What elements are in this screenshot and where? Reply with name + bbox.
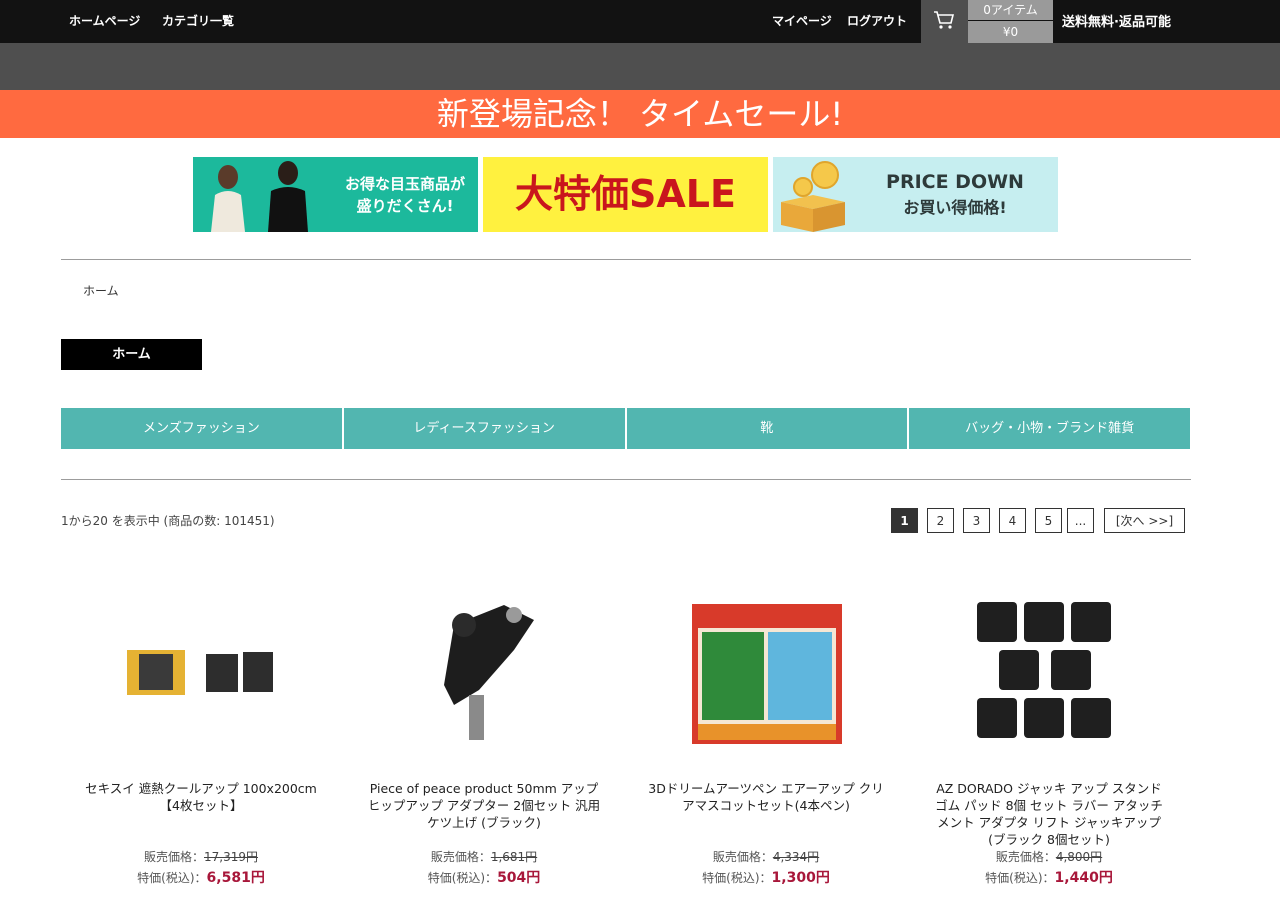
sale-price-label: 特価(税込)： — [985, 871, 1055, 885]
cart-total[interactable]: ¥0 — [968, 21, 1053, 43]
promo-banner-featured[interactable]: お得な目玉商品が 盛りだくさん! — [193, 157, 478, 232]
product-image[interactable] — [364, 590, 604, 760]
category-tab-mens[interactable]: メンズファッション — [61, 408, 344, 449]
list-price: 17,319円 — [204, 850, 258, 864]
list-price: 4,334円 — [772, 850, 820, 864]
price-down-line1: PRICE DOWN — [886, 171, 1024, 193]
breadcrumb[interactable]: ホーム — [83, 282, 119, 299]
page-5-button[interactable]: 5 — [1035, 508, 1062, 533]
time-sale-banner: 新登場記念！ タイムセール! — [0, 90, 1280, 138]
list-price-label: 販売価格： — [712, 850, 773, 864]
category-tab-shoes[interactable]: 靴 — [626, 408, 910, 449]
3d-pen-box-image — [692, 604, 842, 744]
product-image[interactable] — [646, 590, 886, 760]
product-card[interactable]: Piece of peace product 50mm アップ ヒップアップ ア… — [364, 590, 604, 887]
sale-price: 6,581円 — [206, 870, 265, 886]
sale-price: 1,300円 — [771, 870, 830, 886]
divider-top — [61, 259, 1191, 260]
sale-price-label: 特価(税込)： — [427, 871, 498, 885]
shipping-notice: 送料無料·返品可能 — [1062, 15, 1171, 30]
list-price: 1,681円 — [490, 850, 538, 864]
product-name[interactable]: Piece of peace product 50mm アップ ヒップアップ ア… — [364, 780, 604, 848]
sale-price-label: 特価(税込)： — [137, 871, 207, 885]
page-1-button[interactable]: 1 — [891, 508, 918, 533]
page-3-button[interactable]: 3 — [963, 508, 990, 533]
product-image[interactable] — [81, 590, 321, 760]
list-price-label: 販売価格： — [430, 850, 491, 864]
product-card[interactable]: 3Dドリームアーツペン エアーアップ クリアマスコットセット(4本ペン) 販売価… — [646, 590, 886, 887]
promo-banner-sale[interactable]: 大特価SALE — [483, 157, 768, 232]
product-card[interactable]: AZ DORADO ジャッキ アップ スタンド ゴム パッド 8個 セット ラバ… — [929, 590, 1169, 887]
promo-banner-price-down[interactable]: PRICE DOWN お買い得価格! — [773, 157, 1058, 232]
cart-item-count[interactable]: 0アイテム — [968, 0, 1053, 20]
logout-link[interactable]: ログアウト — [847, 12, 907, 29]
featured-banner-line1: お得な目玉商品が — [344, 175, 465, 193]
product-name[interactable]: セキスイ 遮熱クールアップ 100x200cm【4枚セット】 — [81, 780, 321, 848]
nav-home-link[interactable]: ホームページ — [69, 12, 140, 29]
category-tab-ladies[interactable]: レディースファッション — [343, 408, 627, 449]
page-2-button[interactable]: 2 — [927, 508, 954, 533]
list-price-label: 販売価格： — [143, 850, 204, 864]
product-name[interactable]: AZ DORADO ジャッキ アップ スタンド ゴム パッド 8個 セット ラバ… — [929, 780, 1169, 848]
sale-price-label: 特価(税込)： — [702, 871, 772, 885]
list-price: 4,800円 — [1055, 850, 1103, 864]
category-tabs: メンズファッション レディースファッション 靴 バッグ・小物・ブランド雑貨 — [61, 408, 1190, 449]
cart-button[interactable] — [921, 0, 968, 43]
coin-box-icon — [781, 161, 845, 232]
sale-banner-text: 大特価SALE — [515, 172, 736, 216]
product-image[interactable] — [929, 590, 1169, 760]
product-card[interactable]: セキスイ 遮熱クールアップ 100x200cm【4枚セット】 販売価格：17,3… — [81, 590, 321, 887]
divider-bottom — [61, 479, 1191, 480]
page-ellipsis: ... — [1067, 508, 1094, 533]
next-page-button[interactable]: [次へ >>] — [1104, 508, 1185, 533]
featured-banner-line2: 盛りだくさん! — [356, 197, 454, 215]
cooling-sheet-image — [127, 650, 273, 695]
page-4-button[interactable]: 4 — [999, 508, 1026, 533]
page-title: ホーム — [61, 339, 202, 370]
results-count: 1から20 を表示中 (商品の数: 101451) — [61, 514, 275, 528]
hip-up-adapter-image — [444, 605, 534, 740]
product-name[interactable]: 3Dドリームアーツペン エアーアップ クリアマスコットセット(4本ペン) — [646, 780, 886, 848]
category-tab-bags[interactable]: バッグ・小物・ブランド雑貨 — [909, 408, 1190, 449]
sale-price: 1,440円 — [1054, 870, 1113, 886]
jack-pads-image — [977, 602, 1111, 738]
list-price-label: 販売価格： — [995, 850, 1056, 864]
mypage-link[interactable]: マイページ — [772, 12, 832, 29]
header-gray-strip — [0, 43, 1280, 90]
sale-price: 504円 — [497, 870, 541, 886]
nav-categories-link[interactable]: カテゴリ一覧 — [162, 12, 234, 29]
price-down-line2: お買い得価格! — [903, 198, 1007, 217]
cart-icon — [934, 11, 955, 29]
